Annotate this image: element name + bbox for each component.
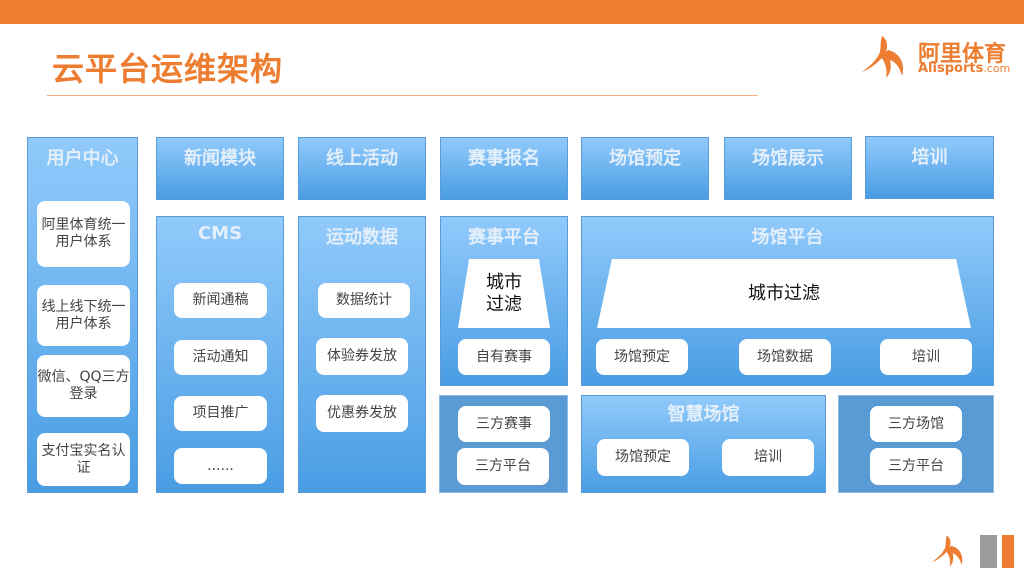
user-center-item[interactable]: 微信、QQ三方登录 (37, 355, 130, 417)
module-label: 场馆预定 (609, 148, 681, 169)
module-label: 场馆展示 (752, 148, 824, 169)
title-divider (47, 95, 758, 96)
smart-venue-item[interactable]: 场馆预定 (597, 439, 689, 476)
top-accent-bar (0, 0, 1024, 24)
footer-logo-icon (932, 535, 963, 567)
footer-gray-bar (980, 535, 997, 568)
user-center-item[interactable]: 阿里体育统一用户体系 (37, 201, 130, 267)
venue-platform-item[interactable]: 场馆数据 (739, 339, 831, 375)
module-label: 赛事报名 (468, 148, 540, 169)
alisports-logo: 阿里体育 Alisports.com (860, 34, 1012, 80)
module-label: 线上活动 (326, 148, 398, 169)
smart-venue-item[interactable]: 培训 (722, 439, 814, 476)
venue-platform-item[interactable]: 培训 (880, 339, 972, 375)
panel-title: 用户中心 (46, 148, 119, 169)
logo-dot-com: .com (983, 62, 1011, 75)
module-label: 新闻模块 (184, 148, 256, 169)
module-label: 培训 (911, 147, 948, 168)
page-title: 云平台运维架构 (52, 50, 284, 88)
city-filter: 城市过滤 (458, 259, 550, 328)
module-news[interactable]: 新闻模块 (156, 137, 284, 200)
panel-title: 场馆平台 (751, 227, 824, 248)
third-party-item[interactable]: 三方平台 (457, 448, 549, 485)
user-center-item[interactable]: 线上线下统一用户体系 (37, 285, 130, 346)
panel-title: 赛事平台 (468, 227, 540, 248)
cms-item[interactable]: 新闻通稿 (174, 283, 267, 318)
module-venue-display[interactable]: 场馆展示 (724, 137, 852, 200)
third-party-item[interactable]: 三方赛事 (458, 406, 550, 442)
sports-data-panel: 运动数据 数据统计 体验券发放 优惠券发放 (298, 216, 426, 493)
city-filter: 城市过滤 (597, 259, 971, 328)
event-platform-item[interactable]: 自有赛事 (458, 339, 550, 375)
third-party-venue-panel: 三方场馆 三方平台 (838, 395, 994, 493)
user-center-item[interactable]: 支付宝实名认证 (37, 433, 130, 486)
event-platform-panel: 赛事平台 城市过滤 自有赛事 (440, 216, 568, 386)
logo-en: Alisports (918, 61, 984, 76)
third-party-event-panel: 三方赛事 三方平台 (439, 395, 568, 493)
venue-platform-item[interactable]: 场馆预定 (596, 339, 688, 375)
cms-item[interactable]: 项目推广 (174, 396, 267, 431)
alisports-mark-icon (862, 36, 904, 78)
panel-title: 智慧场馆 (667, 404, 740, 425)
smart-venue-panel: 智慧场馆 场馆预定 培训 (581, 395, 826, 493)
cms-item[interactable]: 活动通知 (174, 340, 267, 375)
third-party-item[interactable]: 三方平台 (870, 448, 962, 485)
sports-data-item[interactable]: 数据统计 (318, 283, 410, 318)
cms-item[interactable]: ...... (174, 448, 267, 484)
module-training[interactable]: 培训 (865, 136, 994, 199)
user-center-panel: 用户中心 阿里体育统一用户体系 线上线下统一用户体系 微信、QQ三方登录 支付宝… (27, 137, 138, 493)
venue-platform-panel: 场馆平台 城市过滤 场馆预定 场馆数据 培训 (581, 216, 994, 386)
panel-title: 运动数据 (326, 227, 398, 248)
sports-data-item[interactable]: 体验券发放 (316, 338, 408, 375)
third-party-item[interactable]: 三方场馆 (870, 406, 962, 442)
footer-orange-bar (1002, 535, 1014, 568)
sports-data-item[interactable]: 优惠券发放 (316, 395, 408, 432)
panel-title: CMS (197, 223, 243, 244)
module-online-activity[interactable]: 线上活动 (298, 137, 426, 200)
module-event-signup[interactable]: 赛事报名 (440, 137, 568, 200)
cms-panel: CMS 新闻通稿 活动通知 项目推广 ...... (156, 216, 284, 493)
module-venue-booking[interactable]: 场馆预定 (581, 137, 709, 200)
